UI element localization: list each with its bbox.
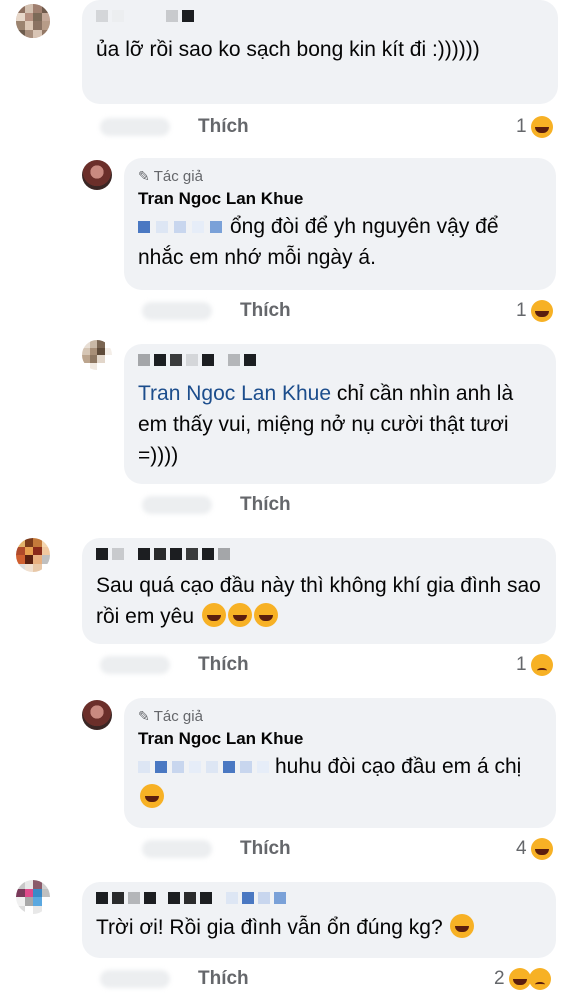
- comment-bubble: Trời ơi! Rồi gia đình vẫn ổn đúng kg?: [82, 882, 556, 958]
- sweat-smile-emoji: [253, 603, 278, 627]
- haha-reaction-icon: [508, 968, 531, 990]
- comment-bubble: Sau quá cạo đầu này thì không khí gia đì…: [82, 538, 556, 644]
- comment-actions: Thích: [100, 654, 249, 676]
- avatar[interactable]: [82, 700, 112, 730]
- like-button[interactable]: Thích: [198, 968, 249, 990]
- haha-reaction-icon: [530, 838, 553, 860]
- comment-actions: Thích: [100, 968, 249, 990]
- teary-emoji: [140, 784, 164, 808]
- pencil-icon: ✎: [138, 168, 150, 184]
- comment-bubble: ủa lỡ rồi sao ko sạch bong kin kít đi :)…: [82, 0, 558, 104]
- reaction-count: 2: [494, 968, 505, 989]
- author-name[interactable]: Tran Ngoc Lan Khue: [138, 189, 542, 209]
- like-button[interactable]: Thích: [240, 838, 291, 860]
- comment-bubble: ✎ Tác giả Tran Ngoc Lan Khue ổng đòi để …: [124, 158, 556, 290]
- haha-reaction-icon: [530, 116, 553, 138]
- timestamp[interactable]: [142, 302, 212, 320]
- reaction-summary[interactable]: 1: [516, 300, 553, 322]
- author-name[interactable]: Tran Ngoc Lan Khue: [138, 729, 542, 749]
- rofl-emoji: [450, 914, 475, 938]
- author-name-redacted[interactable]: [96, 546, 542, 562]
- comment-actions: Thích: [142, 300, 291, 322]
- mention-link[interactable]: Tran Ngoc Lan Khue: [138, 382, 331, 405]
- comment-bubble: ✎ Tác giả Tran Ngoc Lan Khue huhu đòi cạ…: [124, 698, 556, 828]
- timestamp[interactable]: [100, 656, 170, 674]
- author-badge: ✎ Tác giả: [138, 168, 203, 185]
- reaction-count: 1: [516, 116, 527, 137]
- sweat-smile-emoji: [227, 603, 252, 627]
- timestamp[interactable]: [142, 496, 212, 514]
- haha-reaction-icon: [530, 300, 553, 322]
- author-name-redacted[interactable]: [138, 352, 542, 368]
- comment-text: huhu đòi cạo đầu em á chị: [138, 751, 542, 813]
- author-name-redacted[interactable]: [96, 8, 544, 24]
- like-button[interactable]: Thích: [240, 300, 291, 322]
- avatar[interactable]: [16, 538, 50, 572]
- timestamp[interactable]: [100, 118, 170, 136]
- mention-redacted[interactable]: [138, 221, 222, 234]
- sweat-smile-emoji: [201, 603, 226, 627]
- sad-reaction-icon: [528, 968, 551, 990]
- reaction-count: 1: [516, 300, 527, 321]
- timestamp[interactable]: [100, 970, 170, 988]
- avatar[interactable]: [16, 880, 50, 914]
- comment-text: Trời ơi! Rồi gia đình vẫn ổn đúng kg?: [96, 912, 542, 943]
- comment-text: ổng đòi để yh nguyên vậy để nhắc em nhớ …: [138, 215, 499, 269]
- reaction-count: 1: [516, 654, 527, 675]
- like-button[interactable]: Thích: [198, 654, 249, 676]
- mention-redacted[interactable]: [138, 761, 269, 774]
- author-badge: ✎ Tác giả: [138, 708, 203, 725]
- avatar[interactable]: [82, 160, 112, 190]
- comment-actions: Thích: [142, 494, 291, 516]
- comment-text: ủa lỡ rồi sao ko sạch bong kin kít đi :)…: [96, 38, 480, 61]
- comment-actions: Thích: [100, 116, 249, 138]
- avatar[interactable]: [82, 340, 112, 370]
- like-button[interactable]: Thích: [240, 494, 291, 516]
- reaction-summary[interactable]: 4: [516, 838, 553, 860]
- reaction-summary[interactable]: 1: [516, 654, 553, 676]
- pencil-icon: ✎: [138, 708, 150, 724]
- reaction-summary[interactable]: 2: [494, 968, 551, 990]
- avatar[interactable]: [16, 4, 50, 38]
- comment-actions: Thích: [142, 838, 291, 860]
- reaction-count: 4: [516, 838, 527, 859]
- timestamp[interactable]: [142, 840, 212, 858]
- like-button[interactable]: Thích: [198, 116, 249, 138]
- author-name-redacted[interactable]: [96, 890, 542, 906]
- comment-text: Tran Ngoc Lan Khue chỉ cần nhìn anh là e…: [138, 382, 514, 467]
- reaction-summary[interactable]: 1: [516, 116, 553, 138]
- sad-reaction-icon: [530, 654, 553, 676]
- comment-text: Sau quá cạo đầu này thì không khí gia đì…: [96, 574, 541, 628]
- comment-bubble: Tran Ngoc Lan Khue chỉ cần nhìn anh là e…: [124, 344, 556, 484]
